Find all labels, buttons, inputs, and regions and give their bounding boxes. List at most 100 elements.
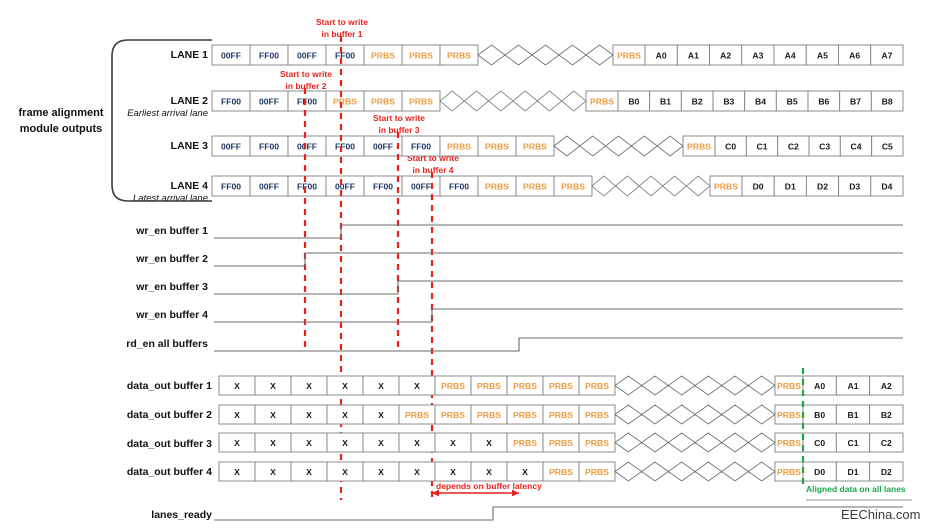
signal-trace-5 bbox=[214, 337, 903, 352]
lane-2-left-cell-label-0: FF00 bbox=[221, 96, 241, 106]
lane-2-right-cell-label-4: B3 bbox=[723, 96, 734, 106]
dataout-1-left-cell-label-2: X bbox=[306, 381, 312, 391]
dataout-3-right-cell-label-0: PRBS bbox=[777, 438, 801, 448]
lane-2-right-cell-label-5: B4 bbox=[755, 96, 766, 106]
lane-3-left-cell-label-5: FF00 bbox=[411, 141, 431, 151]
lane-1-right-cell-label-6: A5 bbox=[817, 50, 828, 60]
dataout-4-left-cell-label-0: X bbox=[234, 467, 240, 477]
dataout-1-left-cell-label-6: PRBS bbox=[441, 381, 465, 391]
dataout-2-right-cell-label-3: B2 bbox=[881, 410, 892, 420]
lane-4-left-cell-label-7: PRBS bbox=[485, 181, 509, 191]
dataout-1-left-cell-label-5: X bbox=[414, 381, 420, 391]
dataout-3-right-cell-label-2: C1 bbox=[848, 438, 859, 448]
lane-1-left-cell-label-0: 00FF bbox=[221, 50, 241, 60]
dataout-1-right-cell-label-2: A1 bbox=[848, 381, 859, 391]
lane-2-left-cell-label-3: PRBS bbox=[333, 96, 357, 106]
dataout-3-left-cell-label-2: X bbox=[306, 438, 312, 448]
dataout-2-left-cell-label-10: PRBS bbox=[585, 410, 609, 420]
dataout-3-left-cell-label-10: PRBS bbox=[585, 438, 609, 448]
dataout-1-right-cell-label-1: A0 bbox=[814, 381, 825, 391]
lane-4-left-cell-label-3: 00FF bbox=[335, 181, 355, 191]
signal-trace-1 bbox=[214, 224, 903, 239]
lane-4-wave-top bbox=[591, 175, 711, 187]
lane-2-left-cell-label-2: FF00 bbox=[297, 96, 317, 106]
dataout-4-left-cell-label-5: X bbox=[414, 467, 420, 477]
dataout-3-left-cell-label-5: X bbox=[414, 438, 420, 448]
dataout-2-left-cell-label-8: PRBS bbox=[513, 410, 537, 420]
dataout-4-right-cell-label-1: D0 bbox=[814, 467, 825, 477]
lane-2-right-cell-label-1: B0 bbox=[628, 96, 639, 106]
dataout-1-right-cell-label-3: A2 bbox=[881, 381, 892, 391]
lane-4-left-cell-label-5: 00FF bbox=[411, 181, 431, 191]
dataout-2-right-cell-label-2: B1 bbox=[848, 410, 859, 420]
dataout-1-left-cell-label-8: PRBS bbox=[513, 381, 537, 391]
dataout-2-left-cell-label-2: X bbox=[306, 410, 312, 420]
dataout-3-left-cell-label-0: X bbox=[234, 438, 240, 448]
dataout-2-left-cell-label-6: PRBS bbox=[441, 410, 465, 420]
lane-4-wave-bottom bbox=[591, 185, 711, 197]
dataout-3-wave-bottom bbox=[614, 442, 776, 453]
lane-4-right-cell-label-0: PRBS bbox=[714, 181, 738, 191]
lane-4-right-cell-label-3: D2 bbox=[817, 181, 828, 191]
lane-1-right-cell-label-3: A2 bbox=[720, 50, 731, 60]
lane-3-right-cell-label-4: C3 bbox=[819, 141, 830, 151]
dataout-2-left-cell-label-3: X bbox=[342, 410, 348, 420]
dataout-3-left-cell-label-7: X bbox=[486, 438, 492, 448]
lane-1-wave-bottom bbox=[477, 54, 614, 66]
lane-1-right-cell-label-1: A0 bbox=[656, 50, 667, 60]
dataout-1-wave-top bbox=[614, 375, 776, 386]
lane-3-wave-top bbox=[553, 135, 684, 147]
dataout-2-left-cell-label-1: X bbox=[270, 410, 276, 420]
lane-1-right-cell-label-2: A1 bbox=[688, 50, 699, 60]
dataout-3-wave-top bbox=[614, 432, 776, 443]
lane-3-left-cell-label-7: PRBS bbox=[485, 141, 509, 151]
dataout-2-left-cell-label-7: PRBS bbox=[477, 410, 501, 420]
latency-arrow-head-right bbox=[512, 489, 519, 497]
dataout-3-right-cell-label-1: C0 bbox=[814, 438, 825, 448]
diagram-canvas: 00FF FF00 00FF FF00 PRBS PRBS PRBS PRBS A0 A1 A2 A3… bbox=[111, 36, 912, 521]
dataout-1-left-cell-label-10: PRBS bbox=[585, 381, 609, 391]
lane-2-wave-bottom bbox=[439, 100, 587, 112]
dataout-4-right-cell-label-3: D2 bbox=[881, 467, 892, 477]
lane-2-left-cell-label-5: PRBS bbox=[409, 96, 433, 106]
dataout-4-wave-top bbox=[614, 461, 776, 472]
dataout-3-left-cell-label-1: X bbox=[270, 438, 276, 448]
dataout-4-left-cell-label-9: PRBS bbox=[549, 467, 573, 477]
lane-4-left-cell-label-8: PRBS bbox=[523, 181, 547, 191]
dataout-2-right-cell-label-1: B0 bbox=[814, 410, 825, 420]
lane-1-right-cell-label-4: A3 bbox=[752, 50, 763, 60]
lane-3-left-cell-label-6: PRBS bbox=[447, 141, 471, 151]
lane-3-left-cell-label-0: 00FF bbox=[221, 141, 241, 151]
dataout-2-wave-bottom bbox=[614, 414, 776, 425]
lane-3-wave-bottom bbox=[553, 145, 684, 157]
dataout-1-left-cell-label-9: PRBS bbox=[549, 381, 573, 391]
dataout-1-left-cell-label-1: X bbox=[270, 381, 276, 391]
dataout-1-wave-bottom bbox=[614, 385, 776, 396]
lane-4-left-cell-label-9: PRBS bbox=[561, 181, 585, 191]
dataout-3-right-cell-label-3: C2 bbox=[881, 438, 892, 448]
dataout-4-wave-bottom bbox=[614, 471, 776, 482]
dataout-4-left-cell-label-10: PRBS bbox=[585, 467, 609, 477]
lane-1-right-cell-label-5: A4 bbox=[785, 50, 796, 60]
lane-4-left-cell-label-0: FF00 bbox=[221, 181, 241, 191]
lane-4-right-cell-label-4: D3 bbox=[849, 181, 860, 191]
lane-4-right-cell-label-5: D4 bbox=[881, 181, 892, 191]
lane-2-right-cell-label-9: B8 bbox=[882, 96, 893, 106]
dataout-3-left-cell-label-6: X bbox=[450, 438, 456, 448]
dataout-1-left-cell-label-3: X bbox=[342, 381, 348, 391]
lane-3-left-cell-label-3: FF00 bbox=[335, 141, 355, 151]
signal-trace-lanes-ready bbox=[214, 506, 903, 521]
dataout-4-right-cell-label-2: D1 bbox=[848, 467, 859, 477]
dataout-3-left-cell-label-8: PRBS bbox=[513, 438, 537, 448]
lane-3-left-cell-label-8: PRBS bbox=[523, 141, 547, 151]
dataout-4-left-cell-label-2: X bbox=[306, 467, 312, 477]
dataout-3-left-cell-label-9: PRBS bbox=[549, 438, 573, 448]
lane-1-left-cell-label-6: PRBS bbox=[447, 50, 471, 60]
signal-trace-4 bbox=[214, 308, 903, 323]
lane-1-right-cell-label-7: A6 bbox=[849, 50, 860, 60]
dataout-2-left-cell-label-0: X bbox=[234, 410, 240, 420]
lane-2-left-cell-label-1: 00FF bbox=[259, 96, 279, 106]
lane-3-left-cell-label-1: FF00 bbox=[259, 141, 279, 151]
lane-1-left-cell-label-3: FF00 bbox=[335, 50, 355, 60]
lane-1-left-cell-label-4: PRBS bbox=[371, 50, 395, 60]
